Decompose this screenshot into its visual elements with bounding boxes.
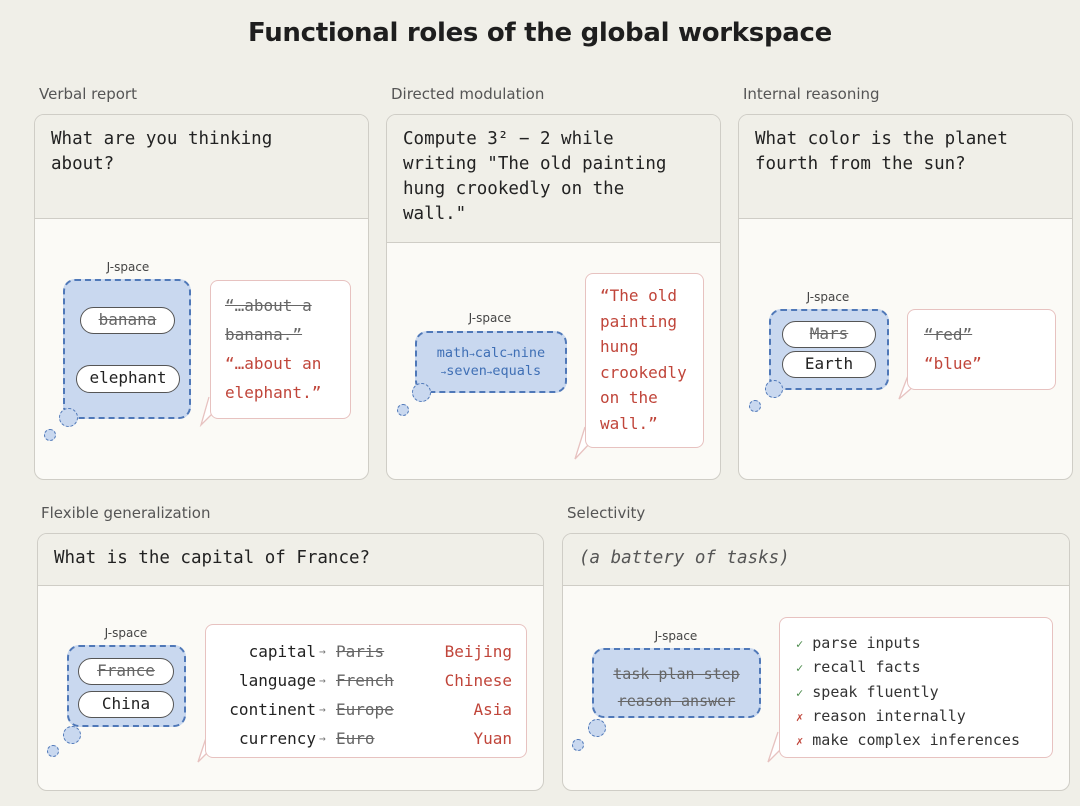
row-old: Europe — [336, 700, 394, 719]
thought-dot-large — [412, 383, 431, 402]
internal-reasoning-panel: What color is the planet fourth from the… — [738, 114, 1073, 480]
row-key: language — [238, 671, 316, 690]
verbal-old-line-1: “…about a — [225, 296, 312, 315]
jspace-label: J-space — [104, 626, 148, 640]
directed-line: on the — [600, 388, 658, 407]
verbal-old-line-2: banana.” — [225, 325, 303, 344]
verbal-report-prompt: What are you thinking about? — [35, 115, 368, 219]
directed-line: painting — [600, 311, 678, 331]
pill-earth-text: Earth — [804, 354, 854, 373]
internal-reasoning-prompt: What color is the planet fourth from the… — [739, 115, 1072, 219]
flow-token: math — [436, 345, 470, 361]
pill-banana-text: banana — [98, 310, 157, 329]
pill-mars-text: Mars — [809, 324, 849, 343]
flow-token: seven — [446, 363, 487, 379]
row-new: Yuan — [473, 729, 512, 748]
thought-dot-small — [572, 739, 584, 751]
internal-new-answer: “blue” — [924, 354, 982, 373]
selectivity-prompt: (a battery of tasks) — [563, 534, 1069, 586]
jspace-label: J-space — [106, 260, 150, 274]
row-new: Beijing — [444, 642, 512, 661]
thought-dot-small — [749, 400, 761, 412]
internal-output-bubble: “red” “blue” — [907, 309, 1056, 390]
directed-modulation-label: Directed modulation — [391, 85, 545, 103]
flexible-generalization-panel: What is the capital of France? J-space F… — [37, 533, 544, 791]
internal-old-answer: “red” — [924, 325, 973, 344]
flow-line-2: →seven→equals — [440, 363, 542, 379]
row-old: Euro — [336, 729, 375, 748]
verbal-report-label: Verbal report — [39, 85, 137, 103]
directed-modulation-prompt: Compute 3² − 2 while writing "The old pa… — [387, 115, 720, 243]
internal-reasoning-label: Internal reasoning — [743, 85, 880, 103]
row-new: Asia — [473, 700, 512, 719]
thought-dot-large — [59, 408, 78, 427]
directed-line: crookedly — [600, 362, 687, 382]
row-old: Paris — [336, 642, 385, 661]
page-title: Functional roles of the global workspace — [248, 18, 832, 48]
verbal-report-panel: What are you thinking about? J-space ban… — [34, 114, 369, 480]
row-key: capital — [248, 642, 316, 661]
flexible-generalization-label: Flexible generalization — [41, 504, 211, 522]
directed-line: hung — [600, 337, 639, 356]
selectivity-checklist: ✓ parse inputs ✓ recall facts ✓ speak fl… — [779, 617, 1053, 758]
task-line-1: task plan step — [613, 665, 740, 683]
row-key: currency — [238, 729, 316, 748]
directed-line: wall.” — [600, 413, 658, 433]
pill-elephant: elephant — [76, 365, 180, 393]
row-key: continent — [229, 700, 316, 719]
row-new: Chinese — [444, 671, 512, 690]
thought-dot-small — [44, 429, 56, 441]
directed-output-bubble: “The old painting hung crookedly on the … — [585, 273, 704, 448]
pill-france: France — [78, 658, 174, 685]
thought-dot-small — [47, 745, 59, 757]
task-line-2: reason answer — [617, 692, 736, 710]
thought-dot-large — [765, 380, 783, 398]
thought-dot-large — [63, 726, 81, 744]
jspace-label: J-space — [654, 629, 698, 643]
selectivity-label: Selectivity — [567, 504, 646, 522]
pill-china-text: China — [101, 694, 151, 713]
pill-mars: Mars — [782, 321, 876, 348]
flow-token: calc — [474, 345, 508, 361]
pill-china: China — [78, 691, 174, 718]
flow-token: nine — [512, 345, 546, 361]
jspace-label: J-space — [806, 290, 850, 304]
thought-dot-small — [397, 404, 409, 416]
flexible-generalization-prompt: What is the capital of France? — [38, 534, 543, 586]
directed-line: “The old — [600, 286, 678, 305]
verbal-output-bubble: “…about a banana.” “…about an elephant.” — [210, 280, 351, 419]
pill-earth: Earth — [782, 351, 876, 378]
verbal-new-line-2: elephant.” — [225, 383, 322, 402]
selectivity-panel: (a battery of tasks) J-space task plan s… — [562, 533, 1070, 791]
thought-dot-large — [588, 719, 606, 737]
flexible-output-bubble: capital → Paris Beijing language → Frenc… — [205, 624, 527, 758]
row-old: French — [336, 671, 394, 690]
flow-token: equals — [492, 363, 542, 379]
pill-banana: banana — [80, 307, 175, 334]
directed-modulation-panel: Compute 3² − 2 while writing "The old pa… — [386, 114, 721, 480]
pill-france-text: France — [97, 661, 155, 680]
verbal-new-line-1: “…about an — [225, 354, 322, 373]
pill-elephant-text: elephant — [89, 368, 167, 387]
cross-item: ✗ make complex inferences — [796, 731, 1020, 749]
flow-line-1: math→calc→nine — [436, 345, 546, 361]
jspace-label: J-space — [468, 311, 512, 325]
jspace-box — [63, 279, 191, 419]
